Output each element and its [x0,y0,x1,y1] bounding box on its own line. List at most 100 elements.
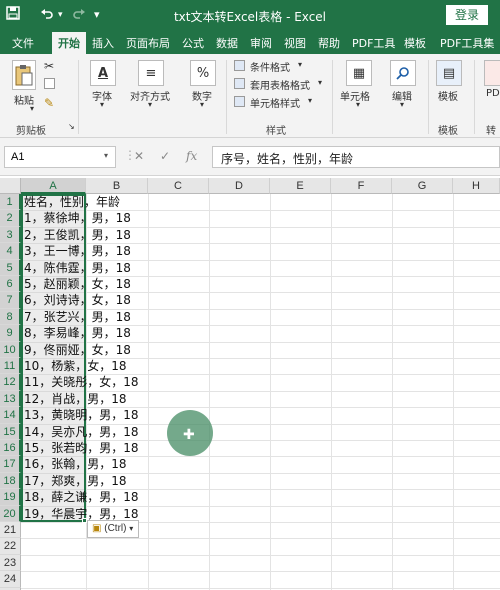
number-dropdown-icon[interactable]: ▾ [200,100,204,109]
row-header[interactable]: 20 [0,505,21,522]
column-header-e[interactable]: E [270,178,331,194]
row-header[interactable]: 6 [0,276,21,293]
row-header[interactable]: 2 [0,210,21,227]
cells-dropdown-icon[interactable]: ▾ [356,100,360,109]
cell-a2[interactable]: 1，蔡徐坤，男，18 [24,210,131,226]
copy-icon[interactable] [44,78,55,89]
format-painter-icon[interactable]: ✎ [44,96,54,110]
cell-a16[interactable]: 15，张若昀，男，18 [24,440,139,456]
cell-a8[interactable]: 7，张艺兴，男，18 [24,309,131,325]
cell-a7[interactable]: 6，刘诗诗，女，18 [24,292,131,308]
tab-pdf-tools[interactable]: PDF工具 [352,35,395,51]
paste-icon[interactable] [12,60,36,90]
cancel-icon[interactable]: ✕ [134,149,144,163]
cell-a10[interactable]: 9，佟丽娅，女，18 [24,342,131,358]
cell-a18[interactable]: 17，郑爽，男，18 [24,473,127,489]
formula-input[interactable]: 序号，姓名，性别，年龄 [212,146,500,168]
row-header[interactable]: 8 [0,308,21,326]
format-as-table-icon[interactable] [234,78,245,89]
row-header[interactable]: 10 [0,341,21,358]
login-button[interactable]: 登录 [446,5,488,25]
cell-a19[interactable]: 18，薛之谦，男，18 [24,489,139,505]
search-icon[interactable] [390,60,416,86]
cell-a1[interactable]: 姓名，性别，年龄 [24,194,120,210]
column-header-c[interactable]: C [148,178,209,194]
cell-a4[interactable]: 3，王一博，男，18 [24,243,131,259]
tab-review[interactable]: 审阅 [250,35,272,51]
cell-a6[interactable]: 5，赵丽颖，女，18 [24,276,131,292]
cell-a11[interactable]: 10，杨紫，女，18 [24,358,127,374]
alignment-dropdown-icon[interactable]: ▾ [148,100,152,109]
pdf-convert-label[interactable]: PDF [486,88,500,99]
template-icon[interactable]: ▤ [436,60,462,86]
editing-dropdown-icon[interactable]: ▾ [400,100,404,109]
column-header-f[interactable]: F [331,178,392,194]
cell-a3[interactable]: 2，王俊凯，男，18 [24,227,131,243]
column-header-h[interactable]: H [453,178,500,194]
name-box[interactable]: A1 [4,146,116,168]
cell-styles-icon[interactable] [234,96,245,107]
conditional-format-dropdown-icon[interactable]: ▾ [298,60,302,69]
format-as-table-dropdown-icon[interactable]: ▾ [318,78,322,87]
cells-label[interactable]: 单元格 [340,88,370,103]
template-label[interactable]: 模板 [438,88,458,103]
row-header[interactable]: 13 [0,390,21,408]
tab-file[interactable]: 文件 [12,35,34,51]
tab-templates[interactable]: 模板 [404,35,426,51]
cell-a12[interactable]: 11，关晓彤，女，18 [24,374,139,390]
row-header[interactable]: 14 [0,407,21,424]
tab-data[interactable]: 数据 [216,35,238,51]
row-header[interactable]: 18 [0,472,21,490]
row-header[interactable]: 3 [0,226,21,244]
column-header-a[interactable]: A [21,178,86,194]
cells-icon[interactable]: ▦ [346,60,372,86]
font-icon[interactable]: A [90,60,116,86]
conditional-format-icon[interactable] [234,60,245,71]
tab-page-layout[interactable]: 页面布局 [126,35,170,51]
row-header[interactable]: 1 [0,194,21,211]
row-header[interactable]: 12 [0,374,21,391]
select-all-corner[interactable] [0,178,21,194]
row-header[interactable]: 15 [0,423,21,440]
pdf-convert-icon[interactable] [484,60,500,86]
row-header[interactable]: 17 [0,456,21,473]
row-header[interactable]: 5 [0,259,21,276]
cell-a5[interactable]: 4，陈伟霆，男，18 [24,260,131,276]
column-header-g[interactable]: G [392,178,453,194]
cell-a14[interactable]: 13，黄晓明，男，18 [24,407,139,423]
row-header[interactable]: 21 [0,522,21,539]
cell-styles-button[interactable]: 单元格样式 [250,95,300,110]
row-header[interactable]: 7 [0,292,21,309]
name-box-dropdown-icon[interactable]: ▾ [104,151,108,160]
row-header[interactable]: 22 [0,538,21,555]
cell-a13[interactable]: 12，肖战，男，18 [24,391,127,407]
row-header[interactable]: 4 [0,243,21,260]
column-header-b[interactable]: B [86,178,148,194]
clipboard-launcher-icon[interactable]: ↘ [68,122,75,131]
row-header[interactable]: 24 [0,571,21,588]
paste-dropdown-icon[interactable]: ▾ [30,104,34,113]
tab-formulas[interactable]: 公式 [182,35,204,51]
cell-styles-dropdown-icon[interactable]: ▾ [308,96,312,105]
percent-icon[interactable]: % [190,60,216,86]
insert-function-icon[interactable]: fx [186,149,197,163]
row-header[interactable]: 19 [0,489,21,506]
tab-view[interactable]: 视图 [284,35,306,51]
tab-insert[interactable]: 插入 [92,35,114,51]
row-header[interactable]: 11 [0,358,21,375]
paste-options-button[interactable]: ▣ (Ctrl) ▾ [87,520,139,538]
alignment-icon[interactable]: ≡ [138,60,164,86]
column-header-d[interactable]: D [209,178,270,194]
enter-icon[interactable]: ✓ [160,149,170,163]
row-header[interactable]: 23 [0,554,21,572]
format-as-table-button[interactable]: 套用表格格式 [250,77,310,92]
cell-a17[interactable]: 16，张翰，男，18 [24,456,127,472]
font-dropdown-icon[interactable]: ▾ [100,100,104,109]
tab-help[interactable]: 帮助 [318,35,340,51]
row-header[interactable]: 9 [0,325,21,342]
tab-pdf-toolset[interactable]: PDF工具集 [440,35,494,51]
cell-a9[interactable]: 8，李易峰，男，18 [24,325,131,341]
tab-home[interactable]: 开始 [52,32,86,54]
worksheet-grid[interactable]: A B C D E F G H 1 2 3 4 5 6 7 8 9 10 11 … [0,178,500,590]
cut-icon[interactable]: ✂ [44,59,54,73]
